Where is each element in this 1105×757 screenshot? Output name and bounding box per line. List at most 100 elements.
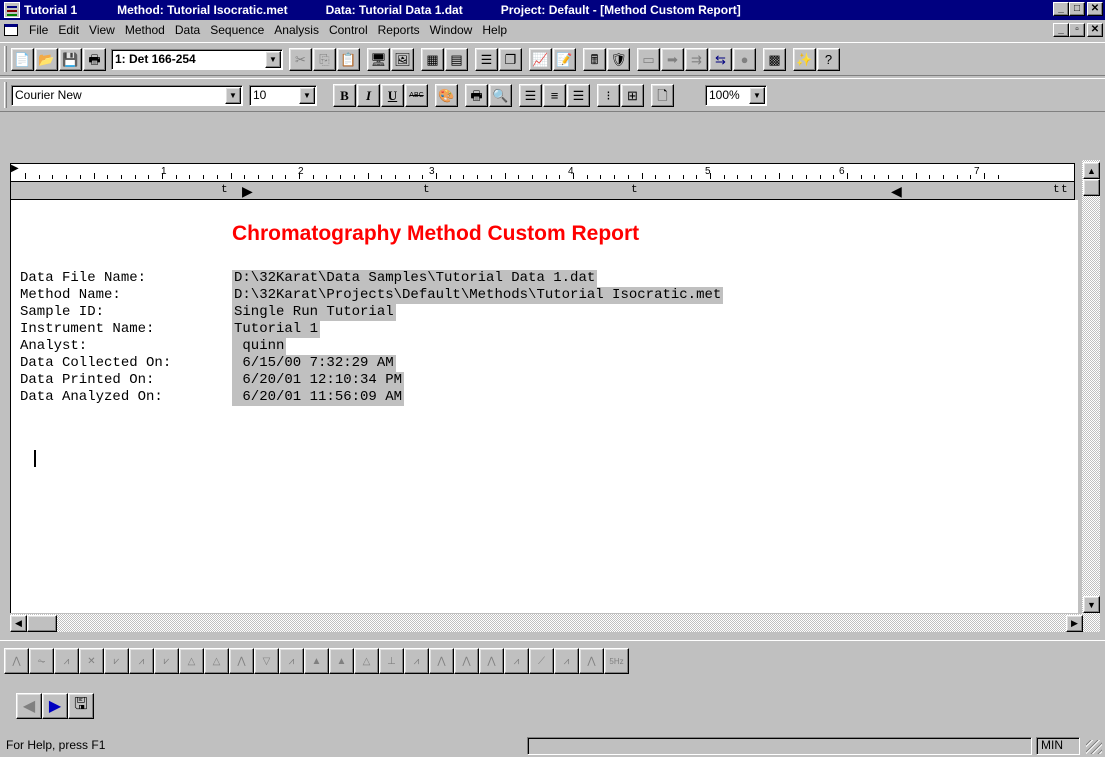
left-indent-icon[interactable]: ▶ <box>242 183 253 200</box>
report-page[interactable] <box>10 200 1078 613</box>
font-select[interactable]: Courier New ▼ <box>11 84 243 106</box>
previous-icon[interactable]: ◀ <box>16 693 42 719</box>
chevron-down-icon[interactable]: ▼ <box>749 86 765 104</box>
app-icon[interactable] <box>4 2 20 18</box>
toolbar-grip-2[interactable] <box>4 82 7 108</box>
chevron-down-icon[interactable]: ▼ <box>225 86 241 104</box>
title-bar[interactable]: Tutorial 1 Method: Tutorial Isocratic.me… <box>0 0 1105 20</box>
hscroll-thumb[interactable] <box>27 615 57 632</box>
cut-icon[interactable]: ✂ <box>289 47 312 71</box>
rider-icon[interactable]: ⋀ <box>479 648 504 674</box>
menu-method[interactable]: Method <box>120 23 170 37</box>
page-icon[interactable]: 🗋 <box>651 83 674 107</box>
minimize-button[interactable]: _ <box>1053 2 1069 16</box>
menu-window[interactable]: Window <box>425 23 478 37</box>
scroll-thumb[interactable] <box>1083 179 1100 196</box>
force-peak-icon[interactable]: ▲ <box>329 648 354 674</box>
color-icon[interactable]: 🎨 <box>435 83 458 107</box>
resize-grip-icon[interactable] <box>1086 740 1102 754</box>
field-value[interactable]: 6/15/00 7:32:29 AM <box>232 355 396 372</box>
valley-icon[interactable]: ⩗ <box>104 648 129 674</box>
reset-baseline-icon[interactable]: ⩘ <box>504 648 529 674</box>
italic-button[interactable]: I <box>357 83 380 107</box>
doc-restore-button[interactable]: ▫ <box>1069 23 1085 37</box>
paste-icon[interactable]: 📋 <box>337 47 360 71</box>
scroll-left-icon[interactable]: ◀ <box>10 615 27 632</box>
peak-end-icon[interactable]: ⋀ <box>454 648 479 674</box>
print-icon[interactable]: 🖶 <box>465 83 488 107</box>
toolbar-grip[interactable] <box>4 46 7 72</box>
table-icon[interactable]: ▦ <box>421 47 444 71</box>
sequence-icon[interactable]: ⇆ <box>709 47 732 71</box>
field-value[interactable]: 6/20/01 11:56:09 AM <box>232 389 405 406</box>
monitor-icon[interactable]: 🖥 <box>367 47 390 71</box>
horizontal-scrollbar[interactable] <box>10 614 1100 632</box>
doc-close-button[interactable]: ✕ <box>1087 23 1103 37</box>
tab-stop[interactable]: t <box>423 184 430 196</box>
image-icon[interactable]: 🖼 <box>391 47 414 71</box>
multi-peak-icon[interactable]: ⩘ <box>554 648 579 674</box>
negative-peak-icon[interactable]: ▽ <box>254 648 279 674</box>
group-icon[interactable]: ⩘ <box>279 648 304 674</box>
menu-view[interactable]: View <box>84 23 120 37</box>
menu-file[interactable]: File <box>24 23 53 37</box>
manual-baseline-icon[interactable]: △ <box>354 648 379 674</box>
table-alt-icon[interactable]: ▤ <box>445 47 468 71</box>
ruler-tab-area[interactable] <box>10 182 1075 200</box>
align-left-icon[interactable]: ☰ <box>519 83 542 107</box>
underline-button[interactable]: U <box>381 83 404 107</box>
menu-analysis[interactable]: Analysis <box>269 23 324 37</box>
align-right-icon[interactable]: ☰ <box>567 83 590 107</box>
drop-line-icon[interactable]: ⊥ <box>379 648 404 674</box>
copy-icon[interactable]: ⎘ <box>313 47 336 71</box>
insert-table-icon[interactable]: ⊞ <box>621 83 644 107</box>
area-sum-icon[interactable]: ▲ <box>304 648 329 674</box>
fast-forward-icon[interactable]: ⇉ <box>685 47 708 71</box>
indent-marker-icon[interactable]: ▶ <box>11 163 19 174</box>
scroll-down-icon[interactable]: ▼ <box>1083 596 1100 613</box>
fused-peak-icon[interactable]: ⩘ <box>404 648 429 674</box>
doc-minimize-button[interactable]: _ <box>1053 23 1069 37</box>
menu-reports[interactable]: Reports <box>373 23 425 37</box>
instrument-icon[interactable]: 🖩 <box>583 47 606 71</box>
size-select[interactable]: 10 ▼ <box>249 84 317 106</box>
badge-icon[interactable]: 🛡 <box>607 47 630 71</box>
next-icon[interactable]: ➡ <box>661 47 684 71</box>
scroll-right-icon[interactable]: ▶ <box>1066 615 1083 632</box>
chevron-down-icon[interactable]: ▼ <box>265 50 281 68</box>
filter-5hz-button[interactable]: 5Hz <box>604 648 629 674</box>
print-icon[interactable]: 🖶 <box>83 47 106 71</box>
new-icon[interactable]: 📄 <box>11 47 34 71</box>
skim-icon[interactable]: ⋀ <box>229 648 254 674</box>
save-icon[interactable]: 🖫 <box>68 693 94 719</box>
wizard-icon[interactable]: ✨ <box>793 47 816 71</box>
tab-stop[interactable]: t <box>221 184 228 196</box>
tab-stop[interactable]: t <box>631 184 638 196</box>
restore-button[interactable]: □ <box>1069 2 1085 16</box>
properties-icon[interactable]: 📝 <box>553 47 576 71</box>
split-icon[interactable]: △ <box>179 648 204 674</box>
copy-data-icon[interactable]: ❐ <box>499 47 522 71</box>
strikeout-button[interactable]: ABC <box>405 83 428 107</box>
integration-off-icon[interactable]: ✕ <box>79 648 104 674</box>
right-indent-icon[interactable]: ◀ <box>891 183 902 200</box>
field-value[interactable]: Tutorial 1 <box>232 321 321 338</box>
menu-edit[interactable]: Edit <box>53 23 84 37</box>
play-icon[interactable]: ▶ <box>42 693 68 719</box>
tab-stop[interactable]: t <box>1053 184 1060 196</box>
menu-control[interactable]: Control <box>324 23 373 37</box>
field-value[interactable]: D:\32Karat\Data Samples\Tutorial Data 1.… <box>232 270 598 287</box>
tangent-icon[interactable]: ⩘ <box>129 648 154 674</box>
ruler[interactable]: 1 2 3 4 5 6 7 <box>10 163 1075 182</box>
document-icon[interactable] <box>4 24 18 36</box>
scroll-up-icon[interactable]: ▲ <box>1083 162 1100 179</box>
peak-width-icon[interactable]: ⋀ <box>4 648 29 674</box>
palette-icon[interactable]: ▩ <box>763 47 786 71</box>
help-icon[interactable]: ? <box>817 47 840 71</box>
menu-sequence[interactable]: Sequence <box>205 23 269 37</box>
peak-start-icon[interactable]: ⋀ <box>429 648 454 674</box>
align-center-icon[interactable]: ≡ <box>543 83 566 107</box>
shoulder-icon[interactable]: ⩘ <box>54 648 79 674</box>
vertical-scrollbar[interactable] <box>1082 160 1100 615</box>
print-preview-icon[interactable]: 🔍 <box>489 83 512 107</box>
